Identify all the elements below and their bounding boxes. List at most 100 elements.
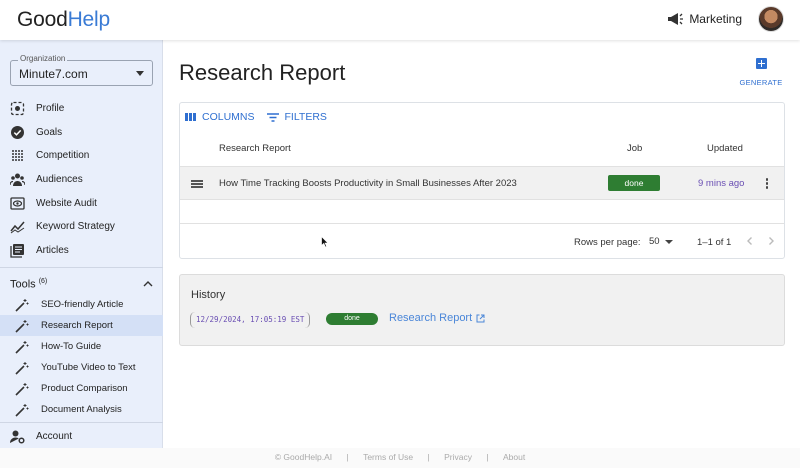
- sidebar-item-label: Profile: [36, 103, 65, 115]
- sidebar-item-label: Competition: [36, 150, 90, 162]
- drag-handle-icon[interactable]: [191, 180, 203, 188]
- avatar[interactable]: [758, 6, 784, 32]
- sidebar-item-label: Goals: [36, 126, 63, 138]
- workspace-switcher[interactable]: Marketing: [689, 12, 742, 26]
- magic-wand-icon: [15, 340, 29, 354]
- tool-item-label: Research Report: [41, 320, 113, 331]
- reports-table: COLUMNS FILTERS Research Report Job Upda…: [179, 102, 785, 259]
- tool-item-research-report[interactable]: Research Report: [0, 315, 163, 336]
- columns-label: COLUMNS: [202, 111, 255, 123]
- footer-link-about[interactable]: About: [503, 452, 525, 462]
- more-vert-icon[interactable]: [765, 178, 769, 190]
- rows-per-page-select[interactable]: 50: [649, 236, 660, 247]
- chart-line-icon: [10, 219, 25, 234]
- tools-section-header[interactable]: Tools (6): [10, 278, 153, 291]
- sidebar-divider: [0, 267, 163, 268]
- sidebar-item-label: Articles: [36, 244, 69, 256]
- footer-link-terms[interactable]: Terms of Use: [363, 452, 413, 462]
- articles-icon: [10, 243, 25, 258]
- sidebar-item-audiences[interactable]: Audiences: [0, 168, 163, 192]
- footer-link-privacy[interactable]: Privacy: [444, 452, 472, 462]
- sidebar-item-goals[interactable]: Goals: [0, 121, 163, 145]
- filter-icon: [266, 112, 279, 122]
- eye-icon: [10, 196, 25, 211]
- history-panel: History 12/29/2024, 17:05:19 EST done Re…: [179, 274, 785, 346]
- history-status-badge: done: [326, 313, 378, 325]
- tool-item-seo-article[interactable]: SEO-friendly Article: [0, 294, 163, 315]
- sidebar-item-competition[interactable]: Competition: [0, 144, 163, 168]
- sidebar-item-articles[interactable]: Articles: [0, 239, 163, 263]
- tool-item-label: How-To Guide: [41, 341, 102, 352]
- top-right-group: Marketing: [667, 6, 784, 32]
- history-timestamp: 12/29/2024, 17:05:19 EST: [190, 312, 311, 328]
- logo-part-good: Good: [17, 8, 68, 31]
- app-logo[interactable]: GoodHelp: [17, 8, 110, 32]
- chevron-left-icon[interactable]: [745, 236, 755, 246]
- caret-down-icon: [136, 71, 144, 76]
- magic-wand-icon: [15, 298, 29, 312]
- magic-wand-icon: [15, 382, 29, 396]
- generate-button[interactable]: GENERATE: [736, 58, 786, 90]
- table-toolbar: COLUMNS FILTERS: [185, 111, 339, 123]
- tool-item-product-comparison[interactable]: Product Comparison: [0, 378, 163, 399]
- tools-count: (6): [38, 278, 48, 285]
- table-row[interactable]: How Time Tracking Boosts Productivity in…: [180, 166, 784, 200]
- chevron-up-icon[interactable]: [143, 281, 153, 287]
- footer: © GoodHelp.AI | Terms of Use | Privacy |…: [0, 452, 800, 462]
- column-header-job[interactable]: Job: [627, 143, 642, 154]
- generate-label: GENERATE: [739, 78, 783, 87]
- footer-separator: |: [486, 452, 489, 462]
- organization-select[interactable]: Organization Minute7.com: [10, 54, 153, 86]
- tool-item-document-analysis[interactable]: Document Analysis: [0, 399, 163, 420]
- sidebar-item-profile[interactable]: Profile: [0, 97, 163, 121]
- table-pagination: Rows per page: 50 1–1 of 1: [180, 224, 784, 258]
- column-header-title[interactable]: Research Report: [219, 143, 291, 154]
- footer-separator: |: [427, 452, 430, 462]
- tool-item-label: SEO-friendly Article: [41, 299, 124, 310]
- filters-label: FILTERS: [284, 111, 327, 123]
- sidebar-item-website-audit[interactable]: Website Audit: [0, 191, 163, 215]
- tool-item-youtube-to-text[interactable]: YouTube Video to Text: [0, 357, 163, 378]
- open-in-new-icon: [476, 314, 485, 322]
- megaphone-icon: [668, 13, 684, 25]
- tools-list: SEO-friendly Article Research Report How…: [0, 294, 163, 420]
- sidebar-item-account[interactable]: Account: [0, 425, 163, 447]
- sidebar: Organization Minute7.com Profile Goals C…: [0, 40, 163, 448]
- organization-label: Organization: [18, 54, 68, 63]
- history-report-link[interactable]: Research Report: [389, 312, 485, 324]
- tool-item-label: Document Analysis: [41, 404, 122, 415]
- profile-icon: [10, 101, 25, 116]
- magic-wand-icon: [15, 403, 29, 417]
- sidebar-item-keyword-strategy[interactable]: Keyword Strategy: [0, 215, 163, 239]
- sidebar-divider: [0, 422, 163, 423]
- add-box-icon: [755, 58, 767, 69]
- sidebar-item-label: Audiences: [36, 174, 83, 186]
- status-badge: done: [608, 175, 660, 191]
- columns-icon: [185, 113, 196, 121]
- history-title: History: [191, 289, 226, 301]
- top-bar: GoodHelp Marketing: [0, 0, 800, 40]
- row-title[interactable]: How Time Tracking Boosts Productivity in…: [219, 178, 517, 189]
- footer-copyright: © GoodHelp.AI: [274, 452, 333, 462]
- column-header-updated[interactable]: Updated: [707, 143, 743, 154]
- chevron-right-icon[interactable]: [766, 236, 776, 246]
- table-header: Research Report Job Updated: [180, 133, 784, 166]
- pagination-range: 1–1 of 1: [697, 237, 732, 248]
- page-title: Research Report: [179, 60, 346, 85]
- tools-title: Tools (6): [10, 278, 47, 291]
- columns-button[interactable]: COLUMNS: [185, 111, 255, 123]
- tool-item-label: Product Comparison: [41, 383, 128, 394]
- magic-wand-icon: [15, 319, 29, 333]
- caret-down-icon[interactable]: [665, 240, 673, 244]
- tool-item-how-to-guide[interactable]: How-To Guide: [0, 336, 163, 357]
- user-gear-icon: [10, 430, 25, 444]
- footer-separator: |: [346, 452, 349, 462]
- filters-button[interactable]: FILTERS: [266, 111, 327, 123]
- row-updated: 9 mins ago: [698, 178, 745, 189]
- organization-value: Minute7.com: [19, 67, 88, 81]
- check-circle-icon: [10, 125, 25, 140]
- sidebar-item-label: Website Audit: [36, 197, 97, 209]
- tools-title-text: Tools: [10, 278, 36, 291]
- rows-per-page-label: Rows per page:: [574, 237, 641, 248]
- tool-item-label: YouTube Video to Text: [41, 362, 136, 373]
